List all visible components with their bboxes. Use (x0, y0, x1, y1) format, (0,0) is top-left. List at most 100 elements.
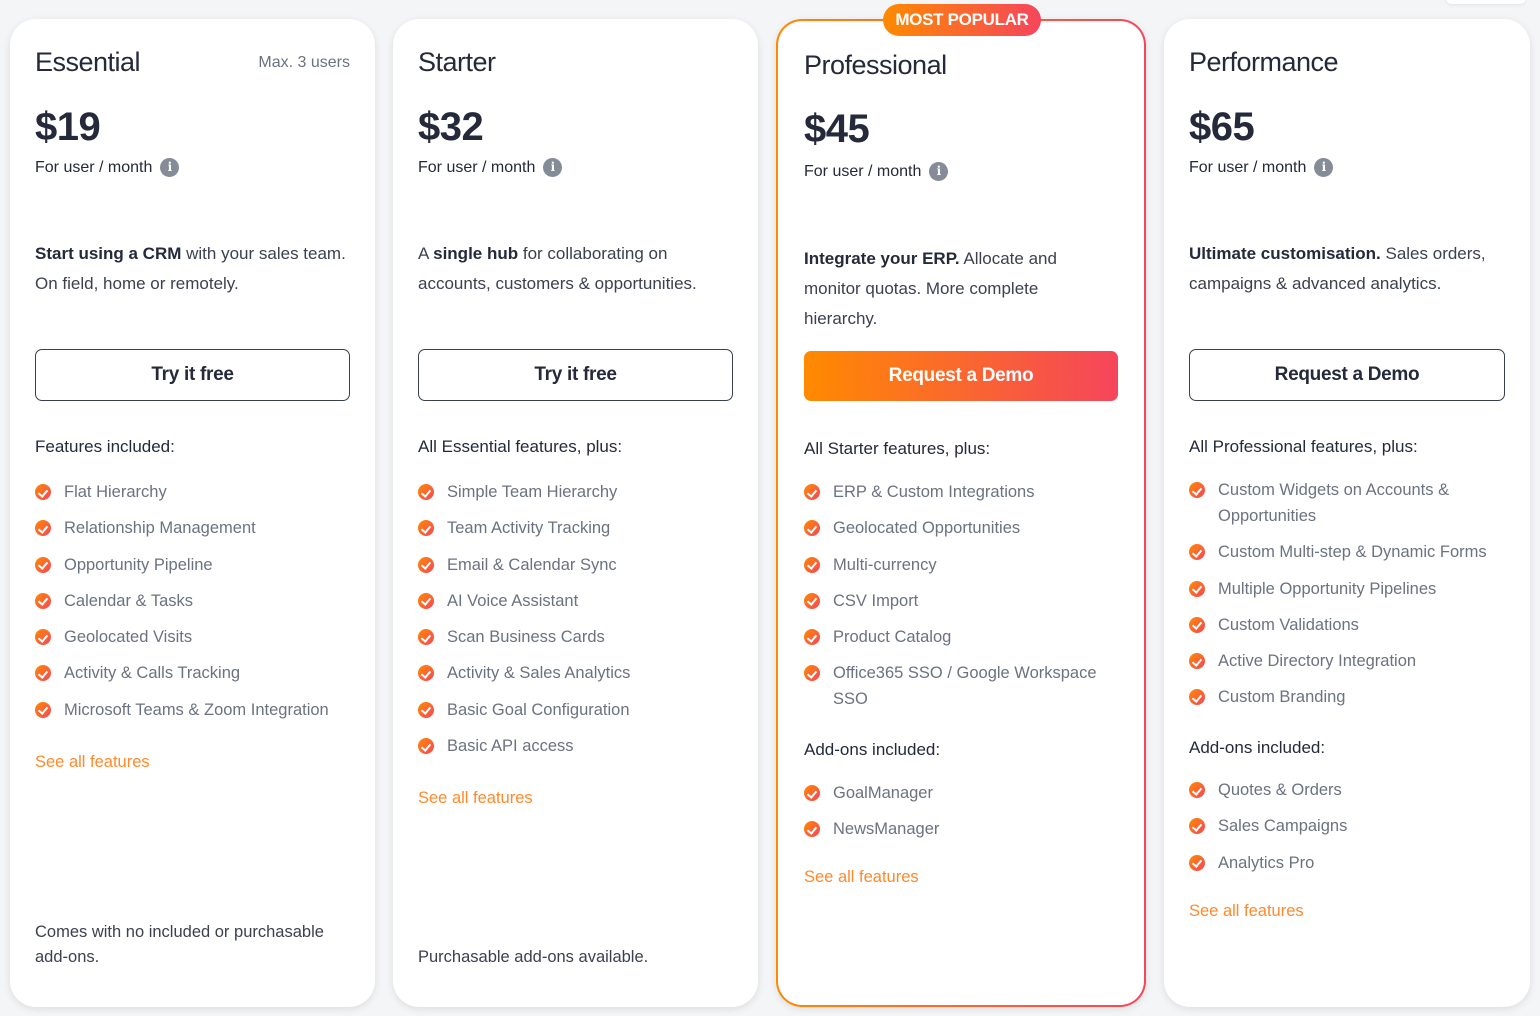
list-item: Office365 SSO / Google Workspace SSO (804, 660, 1104, 712)
info-icon[interactable]: i (929, 162, 949, 181)
list-item-label: Office365 SSO / Google Workspace SSO (833, 664, 1097, 709)
check-icon (804, 821, 820, 838)
list-item-label: Basic API access (447, 737, 574, 756)
price-period-text: For user / month (1189, 158, 1307, 176)
plan-name: Professional (804, 50, 947, 80)
see-all-features-link[interactable]: See all features (1189, 902, 1304, 921)
request-demo-button[interactable]: Request a Demo (1189, 349, 1505, 401)
check-icon (35, 520, 51, 537)
list-item-label: Scan Business Cards (447, 628, 605, 647)
check-icon (1189, 616, 1205, 633)
feature-list: Flat Hierarchy Relationship Management Opp… (35, 479, 350, 733)
features-heading: All Starter features, plus: (804, 439, 991, 458)
plan-description: A single hub for collaborating on accoun… (418, 239, 738, 299)
addons-note: Purchasable add-ons available. (418, 948, 649, 966)
addon-list: GoalManager NewsManager (804, 780, 1118, 853)
check-icon (418, 738, 434, 755)
list-item-label: Quotes & Orders (1218, 781, 1342, 799)
price-period-text: For user / month (804, 162, 922, 180)
addon-list: Quotes & Orders Sales Campaigns Analytics … (1189, 777, 1505, 886)
price-period: For user / month i (1189, 158, 1334, 177)
info-icon[interactable]: i (160, 158, 180, 177)
list-item: Sales Campaigns (1189, 813, 1505, 839)
see-all-features-link[interactable]: See all features (418, 789, 533, 808)
list-item: Analytics Pro (1189, 850, 1505, 876)
check-icon (804, 556, 820, 573)
check-icon (35, 484, 51, 500)
list-item: Opportunity Pipeline (35, 552, 350, 578)
list-item-label: Active Directory Integration (1218, 652, 1417, 671)
list-item-label: Custom Branding (1218, 688, 1346, 707)
list-item-label: Simple Team Hierarchy (447, 483, 618, 501)
feature-list: ERP & Custom Integrations Geolocated Oppo… (804, 479, 1104, 723)
see-all-features-link[interactable]: See all features (804, 868, 919, 887)
plan-name: Essential (35, 47, 141, 77)
list-item-label: Geolocated Opportunities (833, 519, 1021, 538)
list-item: Quotes & Orders (1189, 777, 1505, 803)
top-right-tab (1446, 0, 1526, 4)
list-item: Multi-currency (804, 552, 1104, 578)
desc-highlight: Integrate your ERP. (804, 249, 960, 268)
list-item-label: Multiple Opportunity Pipelines (1218, 579, 1437, 598)
request-demo-button[interactable]: Request a Demo (804, 351, 1118, 401)
list-item-label: Calendar & Tasks (64, 591, 194, 610)
list-item: CSV Import (804, 588, 1104, 614)
price-period: For user / month i (35, 158, 180, 177)
try-free-button[interactable]: Try it free (418, 349, 733, 401)
check-icon (804, 665, 820, 682)
list-item-label: CSV Import (833, 591, 919, 610)
list-item: Scan Business Cards (418, 624, 733, 650)
check-icon (418, 484, 434, 500)
check-icon (1189, 482, 1205, 498)
list-item: Relationship Management (35, 515, 350, 541)
features-heading: Features included: (35, 437, 175, 456)
list-item-label: Analytics Pro (1218, 853, 1315, 872)
price-period: For user / month i (804, 162, 949, 181)
list-item: Simple Team Hierarchy (418, 479, 733, 505)
max-users-label: Max. 3 users (258, 54, 350, 71)
list-item: Multiple Opportunity Pipelines (1189, 576, 1494, 602)
plan-card-essential: Essential Max. 3 users $19 For user / mo… (10, 19, 375, 1007)
list-item-label: Relationship Management (64, 519, 256, 538)
list-item: Product Catalog (804, 624, 1104, 650)
plan-description: Start using a CRM with your sales team. … (35, 239, 355, 299)
plan-card-professional: MOST POPULAR Professional $45 For user /… (776, 4, 1146, 1007)
plan-name: Performance (1189, 47, 1339, 77)
feature-list: Simple Team Hierarchy Team Activity Track… (418, 479, 733, 769)
plan-price: $45 (804, 107, 870, 151)
info-icon[interactable]: i (543, 158, 563, 177)
check-icon (35, 665, 51, 682)
check-icon (804, 785, 820, 801)
check-icon (35, 592, 51, 609)
plan-description: Ultimate customisation. Sales orders, ca… (1189, 239, 1509, 299)
see-all-features-link[interactable]: See all features (35, 753, 150, 772)
check-icon (1189, 782, 1205, 798)
list-item: Team Activity Tracking (418, 515, 733, 541)
plan-price: $32 (418, 105, 484, 149)
list-item-label: Activity & Calls Tracking (64, 664, 241, 683)
plan-price: $19 (35, 105, 101, 149)
list-item-label: Team Activity Tracking (447, 519, 611, 538)
check-icon (1189, 544, 1205, 561)
check-icon (804, 520, 820, 537)
plan-name: Starter (418, 47, 496, 77)
list-item: Basic Goal Configuration (418, 697, 733, 723)
desc-prefix: A (418, 244, 434, 263)
list-item-label: Custom Multi-step & Dynamic Forms (1218, 543, 1487, 562)
features-heading: All Essential features, plus: (418, 437, 623, 456)
info-icon[interactable]: i (1314, 158, 1334, 177)
list-item: GoalManager (804, 780, 1118, 806)
desc-highlight: single hub (433, 244, 519, 263)
list-item-label: Activity & Sales Analytics (447, 664, 631, 683)
list-item-label: AI Voice Assistant (447, 591, 579, 610)
list-item-label: Product Catalog (833, 628, 952, 647)
list-item: Calendar & Tasks (35, 588, 350, 614)
list-item-label: Email & Calendar Sync (447, 555, 617, 574)
list-item: Flat Hierarchy (35, 479, 350, 505)
list-item: Custom Validations (1189, 612, 1494, 638)
list-item-label: Sales Campaigns (1218, 817, 1348, 836)
try-free-button[interactable]: Try it free (35, 349, 350, 401)
list-item-label: Custom Widgets on Accounts & Opportuniti… (1218, 481, 1450, 525)
plan-card-starter: Starter $32 For user / month i A single … (393, 19, 758, 1007)
list-item: Geolocated Visits (35, 624, 350, 650)
